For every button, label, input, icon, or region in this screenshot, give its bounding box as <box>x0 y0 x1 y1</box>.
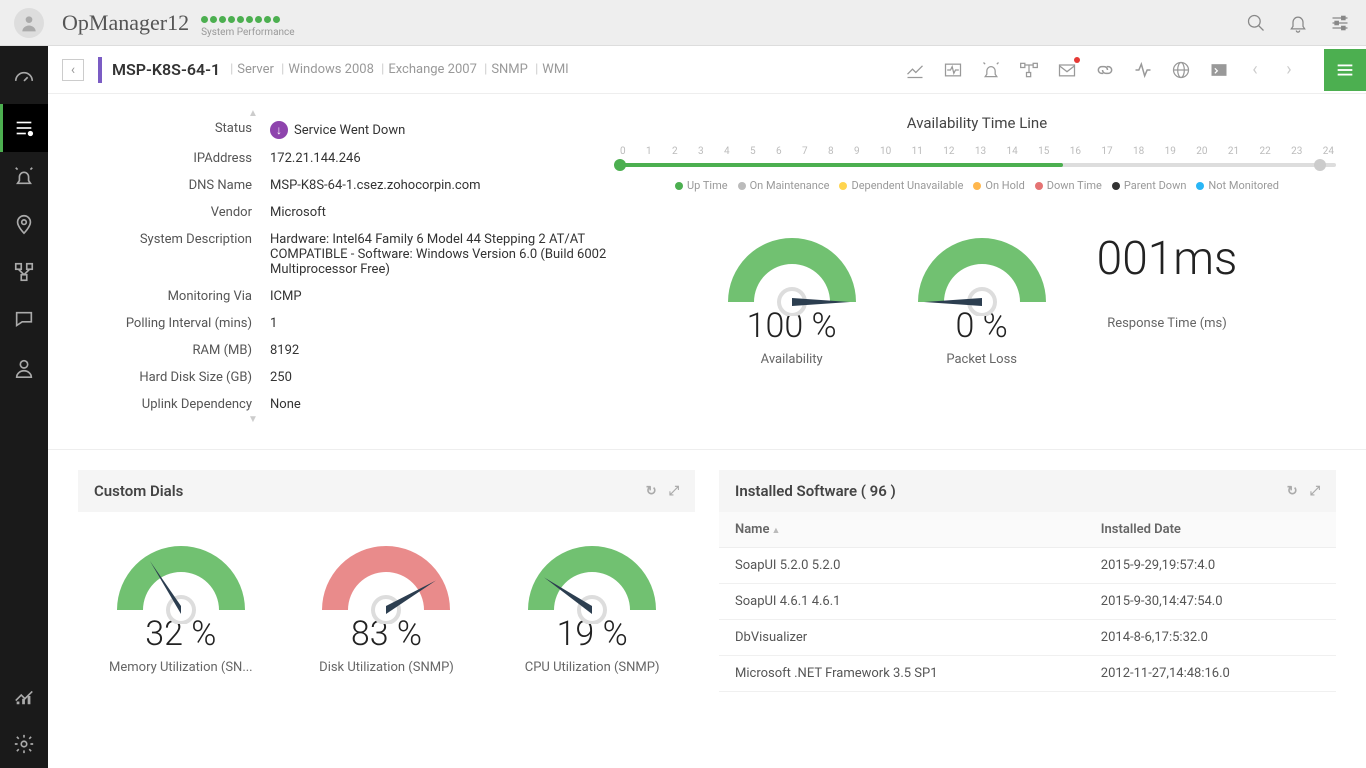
value-monvia: ICMP <box>262 284 616 309</box>
gauge-packet loss: 0 %Packet Loss <box>907 222 1057 367</box>
sidebar-maps[interactable] <box>0 200 48 248</box>
label-poll: Polling Interval (mins) <box>80 311 260 336</box>
device-status-accent <box>98 57 102 83</box>
sidebar-inventory[interactable] <box>0 104 48 152</box>
label-status: Status <box>80 116 260 144</box>
table-row[interactable]: DbVisualizer2014-8-6,17:5:32.0 <box>719 620 1336 656</box>
value-uplink: None <box>262 392 616 417</box>
timeline-fill <box>618 163 1063 167</box>
bell-icon[interactable] <box>1286 11 1310 35</box>
label-vendor: Vendor <box>80 200 260 225</box>
label-hdd: Hard Disk Size (GB) <box>80 365 260 390</box>
custom-dials-title: Custom Dials <box>94 482 183 500</box>
next-device[interactable]: › <box>1280 59 1298 80</box>
status-value: ↓Service Went Down <box>270 121 608 139</box>
timeline-legend: span[style*='#4caf50']::before{backgroun… <box>618 179 1336 192</box>
custom-dials-panel: Custom Dials ↻ ⤢ 32 %Memory Utilization (… <box>78 470 695 693</box>
top-bar: OpManager12 System Performance <box>0 0 1366 46</box>
custom-dials-body: 32 %Memory Utilization (SN... 83 %Disk U… <box>78 512 695 693</box>
sort-icon: ▲ <box>771 526 780 536</box>
sidebar-settings[interactable] <box>0 720 48 768</box>
gauge-availability: 100 %Availability <box>717 222 867 367</box>
system-performance: System Performance <box>201 8 295 38</box>
device-tags: |Server |Windows 2008 |Exchange 2007 |SN… <box>226 62 569 77</box>
sidebar <box>0 46 48 768</box>
timeline-end-dot[interactable] <box>1314 159 1326 171</box>
timeline-ticks: 0123456789101112131415161718192021222324 <box>618 146 1336 157</box>
software-table: Name▲ Installed Date SoapUI 5.2.0 5.2.02… <box>719 512 1336 692</box>
table-row[interactable]: SoapUI 5.2.0 5.2.02015-9-29,19:57:4.0 <box>719 548 1336 584</box>
device-name: MSP-K8S-64-1 <box>112 60 220 79</box>
availability-title: Availability Time Line <box>618 114 1336 132</box>
activity-icon[interactable] <box>1132 59 1154 81</box>
value-vendor: Microsoft <box>262 200 616 225</box>
section-divider <box>48 449 1366 450</box>
table-row[interactable]: Microsoft .NET Framework 3.5 SP12012-11-… <box>719 656 1336 692</box>
alert-icon[interactable] <box>980 59 1002 81</box>
scroll-down-hint: ▼ <box>248 414 258 425</box>
timeline-start-dot[interactable] <box>614 159 626 171</box>
value-hdd: 250 <box>262 365 616 390</box>
value-poll: 1 <box>262 311 616 336</box>
refresh-icon[interactable]: ↻ <box>646 484 657 499</box>
perf-label: System Performance <box>201 27 295 38</box>
installed-software-title: Installed Software ( 96 ) <box>735 482 896 500</box>
label-monvia: Monitoring Via <box>80 284 260 309</box>
label-ram: RAM (MB) <box>80 338 260 363</box>
sidebar-dashboard[interactable] <box>0 56 48 104</box>
col-date[interactable]: Installed Date <box>1085 512 1336 548</box>
globe-icon[interactable] <box>1170 59 1192 81</box>
search-icon[interactable] <box>1244 11 1268 35</box>
label-ip: IPAddress <box>80 146 260 171</box>
perf-dots <box>201 8 295 27</box>
value-dns: MSP-K8S-64-1.csez.zohocorpin.com <box>262 173 616 198</box>
sidebar-reports[interactable] <box>0 672 48 720</box>
device-header: ‹ MSP-K8S-64-1 |Server |Windows 2008 |Ex… <box>48 46 1366 94</box>
settings-sliders-icon[interactable] <box>1328 11 1352 35</box>
expand-icon[interactable]: ⤢ <box>669 484 679 499</box>
dial: 83 %Disk Utilization (SNMP) <box>311 530 461 675</box>
table-row[interactable]: SoapUI 4.6.1 4.6.12015-9-30,14:47:54.0 <box>719 584 1336 620</box>
pulse-icon[interactable] <box>942 59 964 81</box>
brand-title: OpManager12 <box>62 10 189 36</box>
device-info-panel: ▲ Status↓Service Went Down IPAddress172.… <box>78 114 618 419</box>
mail-icon[interactable] <box>1056 59 1078 81</box>
value-ip: 172.21.144.246 <box>262 146 616 171</box>
terminal-icon[interactable] <box>1208 59 1230 81</box>
sidebar-chat[interactable] <box>0 296 48 344</box>
scroll-up-hint: ▲ <box>248 108 258 119</box>
avatar[interactable] <box>14 8 44 38</box>
refresh-icon[interactable]: ↻ <box>1287 484 1298 499</box>
collapse-btn[interactable]: ‹ <box>62 59 84 81</box>
col-name[interactable]: Name▲ <box>719 512 1085 548</box>
custom-dials-header: Custom Dials ↻ ⤢ <box>78 470 695 512</box>
label-sysdesc: System Description <box>80 227 260 282</box>
status-down-icon: ↓ <box>270 121 288 139</box>
installed-software-header: Installed Software ( 96 ) ↻ ⤢ <box>719 470 1336 512</box>
dial: 19 %CPU Utilization (SNMP) <box>517 530 667 675</box>
label-dns: DNS Name <box>80 173 260 198</box>
label-uplink: Uplink Dependency <box>80 392 260 417</box>
response-time: 001msResponse Time (ms) <box>1097 222 1238 331</box>
dial: 32 %Memory Utilization (SN... <box>106 530 256 675</box>
timeline-track[interactable] <box>618 163 1336 167</box>
availability-panel: Availability Time Line 01234567891011121… <box>618 114 1336 419</box>
sidebar-users[interactable] <box>0 344 48 392</box>
sidebar-alarms[interactable] <box>0 152 48 200</box>
sidebar-network[interactable] <box>0 248 48 296</box>
graph-icon[interactable] <box>904 59 926 81</box>
link-icon[interactable] <box>1094 59 1116 81</box>
hamburger-menu[interactable] <box>1324 49 1366 91</box>
availability-gauges: 100 %Availability 0 %Packet Loss 001msRes… <box>618 222 1336 367</box>
installed-software-panel: Installed Software ( 96 ) ↻ ⤢ Name▲ Insta… <box>719 470 1336 693</box>
value-ram: 8192 <box>262 338 616 363</box>
prev-device[interactable]: ‹ <box>1246 59 1264 80</box>
value-sysdesc: Hardware: Intel64 Family 6 Model 44 Step… <box>262 227 616 282</box>
expand-icon[interactable]: ⤢ <box>1310 484 1320 499</box>
topology-icon[interactable] <box>1018 59 1040 81</box>
